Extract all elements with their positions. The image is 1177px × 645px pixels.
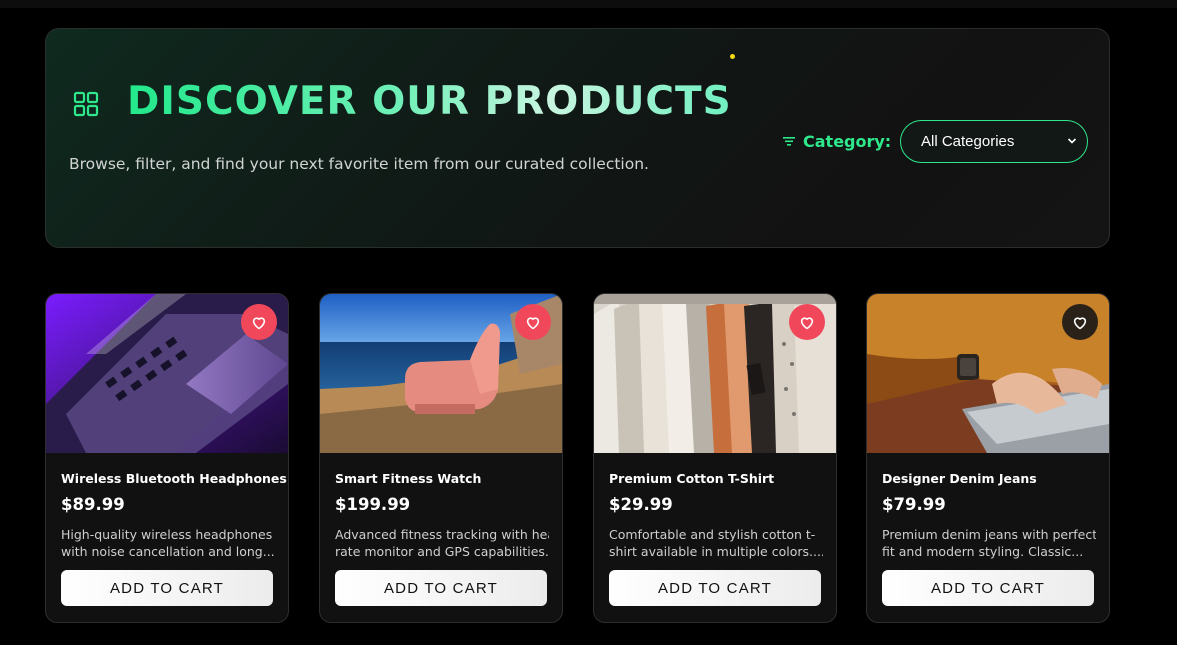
product-image-clothes-rack: [594, 294, 836, 453]
decorative-dot: [730, 54, 735, 59]
grid-icon: [73, 91, 99, 117]
add-to-cart-button[interactable]: ADD TO CART: [335, 570, 547, 606]
favorite-button[interactable]: [241, 304, 277, 340]
product-description: Advanced fitness tracking with heart rat…: [335, 527, 549, 559]
product-image-chair-seaside: [320, 294, 562, 453]
filter-icon: [783, 137, 795, 146]
heart-icon: [526, 316, 540, 329]
product-image-laptop-hands: [867, 294, 1109, 453]
heart-icon: [252, 316, 266, 329]
product-price: $79.99: [882, 495, 946, 514]
heart-icon: [800, 316, 814, 329]
product-card[interactable]: Premium Cotton T-Shirt $29.99 Comfortabl…: [593, 293, 837, 623]
product-description: Comfortable and stylish cotton t- shirt …: [609, 527, 823, 559]
product-price: $29.99: [609, 495, 673, 514]
add-to-cart-button[interactable]: ADD TO CART: [882, 570, 1094, 606]
heart-icon: [1073, 316, 1087, 329]
category-select-value: All Categories: [921, 133, 1015, 150]
top-strip: [0, 0, 1177, 8]
add-to-cart-button[interactable]: ADD TO CART: [609, 570, 821, 606]
product-card[interactable]: Smart Fitness Watch $199.99 Advanced fit…: [319, 293, 563, 623]
product-price: $89.99: [61, 495, 125, 514]
product-name: Premium Cotton T-Shirt: [609, 471, 775, 486]
category-select[interactable]: All Categories: [900, 120, 1088, 163]
product-price: $199.99: [335, 495, 411, 514]
product-card[interactable]: Wireless Bluetooth Headphones $89.99 Hig…: [45, 293, 289, 623]
hero-banner: DISCOVER OUR PRODUCTS Browse, filter, an…: [45, 28, 1110, 248]
product-name: Designer Denim Jeans: [882, 471, 1037, 486]
product-description: Premium denim jeans with perfect fit and…: [882, 527, 1096, 559]
favorite-button[interactable]: [1062, 304, 1098, 340]
product-card[interactable]: Designer Denim Jeans $79.99 Premium deni…: [866, 293, 1110, 623]
category-label: Category:: [803, 132, 892, 151]
product-name: Smart Fitness Watch: [335, 471, 482, 486]
page-title: DISCOVER OUR PRODUCTS: [127, 79, 732, 124]
product-image-laptop: [46, 294, 288, 453]
favorite-button[interactable]: [515, 304, 551, 340]
page-subtitle: Browse, filter, and find your next favor…: [69, 155, 649, 173]
favorite-button[interactable]: [789, 304, 825, 340]
add-to-cart-button[interactable]: ADD TO CART: [61, 570, 273, 606]
chevron-down-icon: [1067, 138, 1077, 144]
product-name: Wireless Bluetooth Headphones: [61, 471, 287, 486]
product-description: High-quality wireless headphones with no…: [61, 527, 275, 559]
